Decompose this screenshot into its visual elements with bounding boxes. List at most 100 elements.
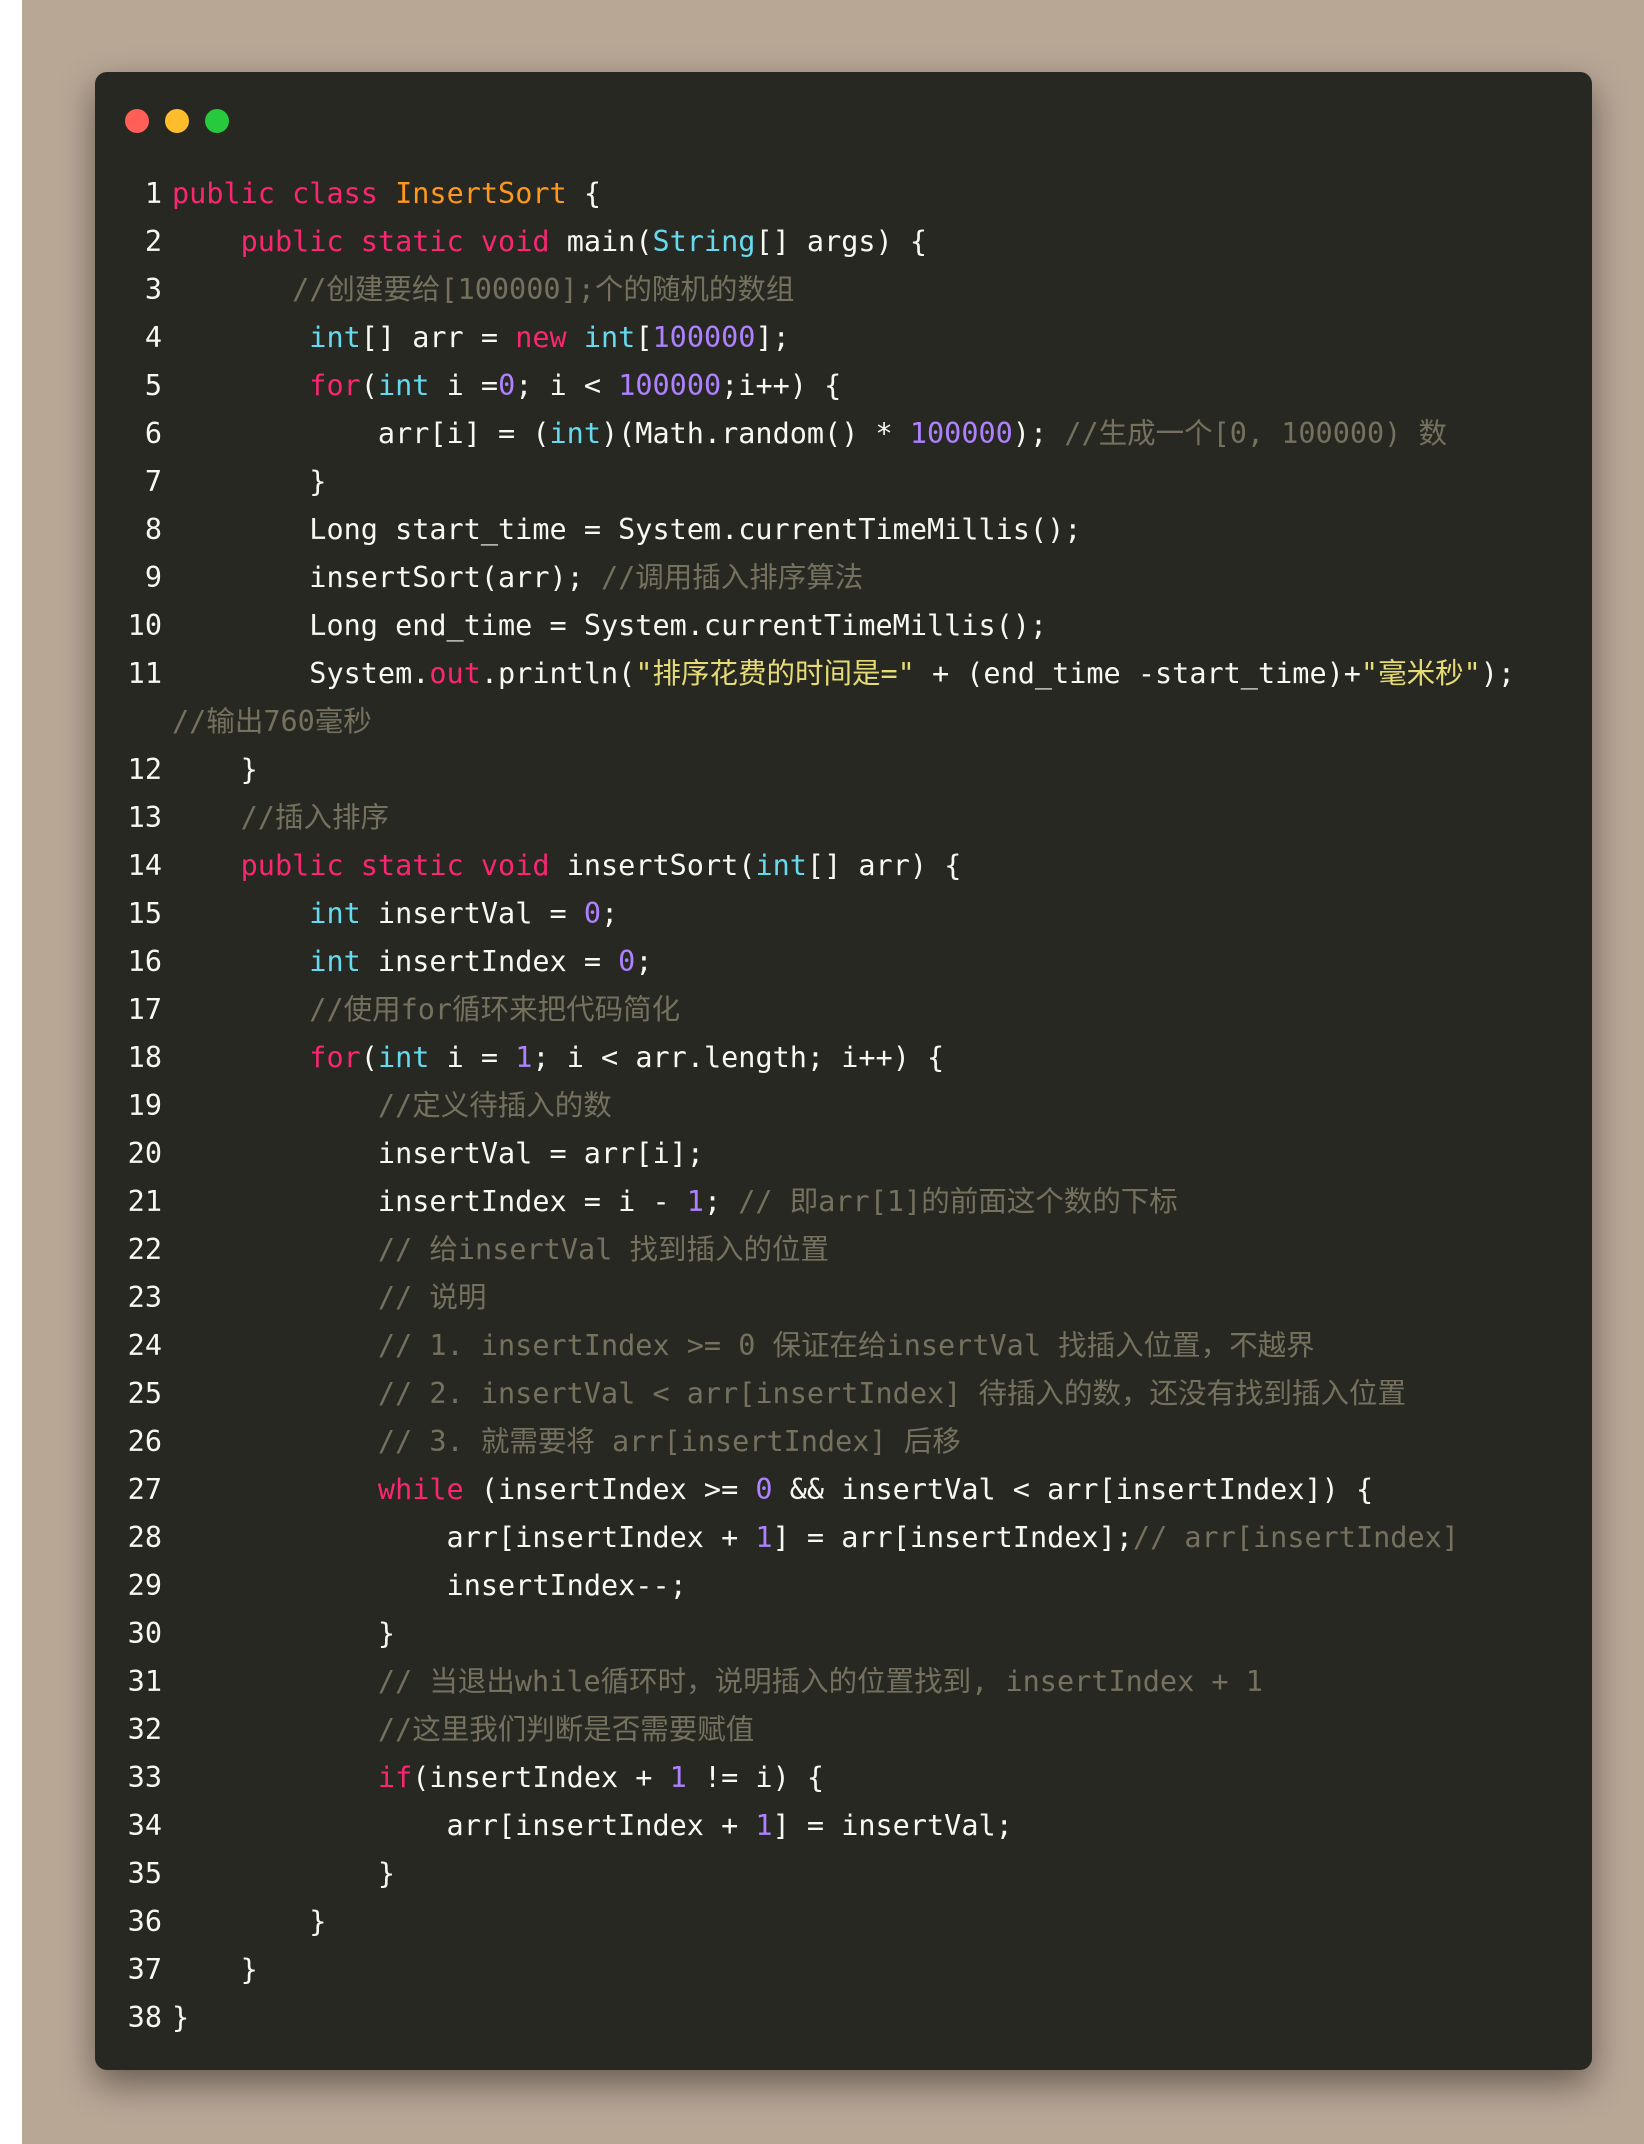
line-number: 17	[127, 993, 162, 1026]
code-token: 1	[686, 1185, 704, 1218]
code-token: class	[292, 177, 378, 210]
line-number: 26	[127, 1425, 162, 1458]
code-token: while	[377, 1473, 464, 1506]
code-line: 8 Long start_time = System.currentTimeMi…	[95, 506, 1592, 554]
code-token: && insertVal < arr[insertIndex]) {	[772, 1473, 1374, 1506]
code-line: 15 int insertVal = 0;	[95, 890, 1592, 938]
code-line: 29 insertIndex--;	[95, 1562, 1592, 1610]
line-number: 4	[144, 321, 162, 354]
code-line: 34 arr[insertIndex + 1] = insertVal;	[95, 1802, 1592, 1850]
line-number: 33	[127, 1761, 162, 1794]
code-token: insertIndex = i -	[172, 1185, 687, 1218]
code-token: // 1. insertIndex >= 0 保证在给insertVal 找插入…	[377, 1329, 1315, 1362]
code-token: // 给insertVal 找到插入的位置	[377, 1233, 829, 1266]
line-number: 31	[127, 1665, 162, 1698]
code-line: 28 arr[insertIndex + 1] = arr[insertInde…	[95, 1514, 1592, 1562]
code-token: InsertSort	[395, 177, 567, 210]
code-token: int	[309, 945, 361, 978]
line-number: 30	[127, 1617, 162, 1650]
code-token: }	[172, 753, 258, 786]
line-number: 8	[144, 513, 162, 546]
line-code: // 说明	[172, 1274, 1592, 1322]
code-token: }	[172, 465, 327, 498]
code-token: //这里我们判断是否需要赋值	[377, 1713, 755, 1746]
code-token: //输出760毫秒	[172, 705, 372, 738]
code-token: "毫米秒"	[1360, 657, 1481, 690]
close-dot-icon[interactable]	[125, 109, 149, 133]
line-number: 28	[127, 1521, 162, 1554]
code-token: ; i <	[515, 369, 619, 402]
code-line: 7 }	[95, 458, 1592, 506]
code-token: arr[insertIndex +	[172, 1521, 756, 1554]
code-token: //创建要给[100000];个的随机的数组	[292, 273, 795, 306]
code-token: void	[480, 225, 550, 258]
code-token: (	[360, 369, 378, 402]
line-code: // 1. insertIndex >= 0 保证在给insertVal 找插入…	[172, 1322, 1592, 1370]
code-token: [	[635, 321, 653, 354]
code-token: 1	[669, 1761, 687, 1794]
code-window: 1 public class InsertSort {2 public stati…	[95, 72, 1592, 2070]
code-token: (	[360, 1041, 378, 1074]
minimize-dot-icon[interactable]	[165, 109, 189, 133]
line-code: insertSort(arr); //调用插入排序算法	[172, 554, 1592, 602]
code-line: 3 //创建要给[100000];个的随机的数组	[95, 266, 1592, 314]
code-token: static	[360, 225, 464, 258]
line-number: 13	[127, 801, 162, 834]
code-token: 0	[583, 897, 601, 930]
code-token: public	[240, 849, 344, 882]
line-code: //定义待插入的数	[172, 1082, 1592, 1130]
code-line: 30 }	[95, 1610, 1592, 1658]
code-token: != i) {	[686, 1761, 825, 1794]
line-number: 18	[127, 1041, 162, 1074]
code-token: {	[566, 177, 602, 210]
code-token: public	[172, 177, 275, 210]
code-token: void	[480, 849, 550, 882]
code-line: 35 }	[95, 1850, 1592, 1898]
line-code: arr[insertIndex + 1] = insertVal;	[172, 1802, 1592, 1850]
line-number: 38	[127, 2001, 162, 2034]
code-token: //插入排序	[240, 801, 389, 834]
code-token: // 说明	[377, 1281, 487, 1314]
line-code: }	[172, 1994, 1592, 2042]
code-token: // 3. 就需要将 arr[insertIndex] 后移	[377, 1425, 961, 1458]
line-number: 16	[127, 945, 162, 978]
code-line: 26 // 3. 就需要将 arr[insertIndex] 后移	[95, 1418, 1592, 1466]
code-token: );	[1012, 417, 1065, 450]
code-token: }	[172, 1617, 396, 1650]
line-number: 5	[144, 369, 162, 402]
code-line: 37 }	[95, 1946, 1592, 1994]
code-line: 6 arr[i] = (int)(Math.random() * 100000)…	[95, 410, 1592, 458]
code-token: //生成一个[0, 100000) 数	[1064, 417, 1447, 450]
line-code: int insertIndex = 0;	[172, 938, 1592, 986]
code-line: 20 insertVal = arr[i];	[95, 1130, 1592, 1178]
line-code: //插入排序	[172, 794, 1592, 842]
code-token: int	[549, 417, 601, 450]
code-token: ; i < arr.length; i++) {	[532, 1041, 945, 1074]
line-number: 11	[127, 657, 162, 690]
code-token: (insertIndex +	[412, 1761, 670, 1794]
code-token: )(Math.random() *	[600, 417, 910, 450]
code-token: insertSort(	[549, 849, 756, 882]
code-line: 11 System.out.println("排序花费的时间是=" + (end…	[95, 650, 1592, 746]
line-code: //创建要给[100000];个的随机的数组	[172, 266, 1592, 314]
line-code: }	[172, 1946, 1592, 1994]
line-code: // 3. 就需要将 arr[insertIndex] 后移	[172, 1418, 1592, 1466]
code-line: 24 // 1. insertIndex >= 0 保证在给insertVal …	[95, 1322, 1592, 1370]
code-token: // 即arr[1]的前面这个数的下标	[738, 1185, 1178, 1218]
code-block[interactable]: 1 public class InsertSort {2 public stati…	[95, 170, 1592, 2042]
maximize-dot-icon[interactable]	[205, 109, 229, 133]
code-token: //调用插入排序算法	[600, 561, 864, 594]
code-token: (insertIndex >=	[463, 1473, 756, 1506]
line-code: if(insertIndex + 1 != i) {	[172, 1754, 1592, 1802]
code-token: insertIndex--;	[172, 1569, 687, 1602]
code-token: 0	[498, 369, 516, 402]
